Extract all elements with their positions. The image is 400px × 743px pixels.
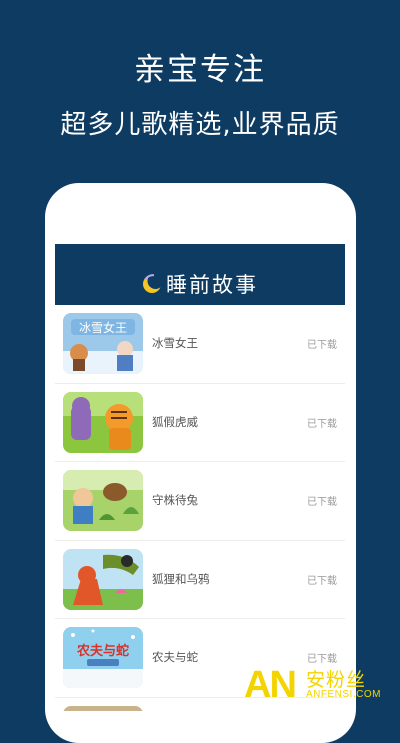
screen-title: 睡前故事 [166,272,258,297]
story-thumbnail: 农夫与蛇 [63,627,143,688]
download-status: 已下载 [307,418,337,430]
download-status: 已下载 [307,340,337,351]
watermark-logo: AN [244,664,297,706]
story-row[interactable]: 守株待兔 已下载 [55,462,345,541]
thumb-title-text: 冰雪女王 [79,320,127,335]
watermark-domain: ANFENSI.COM [306,689,381,700]
story-title: 狐狸和乌鸦 [152,571,210,586]
story-thumbnail [63,470,143,531]
story-title: 狐假虎威 [152,414,198,429]
story-row[interactable]: 狐狸和乌鸦 已下载 [55,541,345,619]
site-watermark: AN 安粉丝 ANFENSI.COM [244,663,394,707]
story-thumbnail [63,391,143,453]
phone-screen: 睡前故事 冰雪女王 冰雪女王 已下载 狐假虎威 已下载 守株待兔 已下载 狐狸和… [55,244,345,711]
screen-header: 睡前故事 [55,244,345,305]
moon-icon [143,273,162,293]
watermark-name: 安粉丝 [306,669,367,691]
story-title: 农夫与蛇 [152,650,198,664]
story-list: 冰雪女王 冰雪女王 已下载 狐假虎威 已下载 守株待兔 已下载 狐狸和乌鸦 已下… [55,305,345,711]
story-thumbnail: 冰雪女王 [63,313,143,374]
promo-subheadline: 超多儿歌精选,业界品质 [60,110,340,140]
promo-headline: 亲宝专注 [134,52,266,88]
story-row[interactable]: 狐假虎威 已下载 [55,384,345,462]
story-row[interactable]: 冰雪女王 冰雪女王 已下载 [55,305,345,384]
story-title: 守株待兔 [152,493,198,507]
download-status: 已下载 [307,497,337,508]
story-thumbnail [63,548,143,610]
thumb-title-text: 农夫与蛇 [76,643,129,659]
story-title: 冰雪女王 [152,336,198,350]
story-thumbnail [63,705,143,711]
download-status: 已下载 [307,575,337,587]
